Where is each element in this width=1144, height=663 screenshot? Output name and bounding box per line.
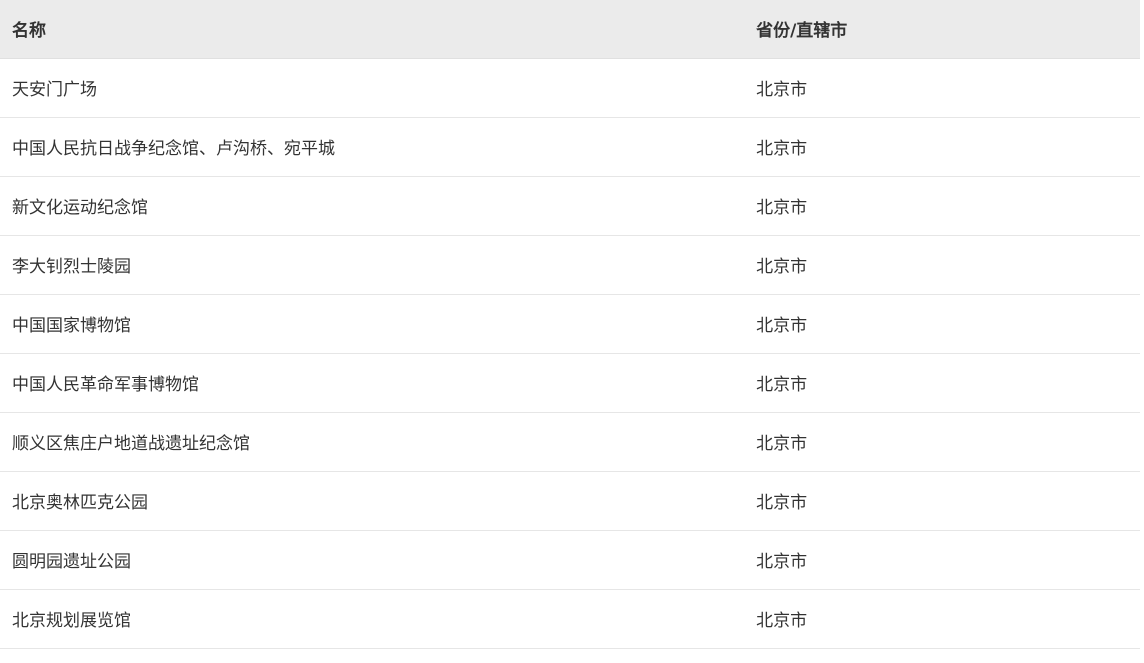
table-row: 新文化运动纪念馆 北京市 — [0, 176, 1140, 236]
cell-name: 圆明园遗址公园 — [0, 530, 745, 590]
header-name: 名称 — [0, 0, 745, 59]
cell-province: 北京市 — [744, 117, 1140, 177]
cell-name: 北京奥林匹克公园 — [0, 471, 745, 531]
table-row: 圆明园遗址公园 北京市 — [0, 530, 1140, 590]
table-row: 顺义区焦庄户地道战遗址纪念馆 北京市 — [0, 412, 1140, 472]
sites-table: 名称 省份/直辖市 天安门广场 北京市 中国人民抗日战争纪念馆、卢沟桥、宛平城 … — [0, 0, 1140, 649]
header-row: 名称 省份/直辖市 — [0, 0, 1140, 59]
cell-province: 北京市 — [744, 294, 1140, 354]
cell-province: 北京市 — [744, 412, 1140, 472]
table-row: 中国人民革命军事博物馆 北京市 — [0, 353, 1140, 413]
cell-name: 北京规划展览馆 — [0, 589, 745, 649]
table-row: 北京规划展览馆 北京市 — [0, 589, 1140, 649]
table-row: 中国人民抗日战争纪念馆、卢沟桥、宛平城 北京市 — [0, 117, 1140, 177]
table-row: 天安门广场 北京市 — [0, 58, 1140, 118]
cell-province: 北京市 — [744, 58, 1140, 118]
cell-province: 北京市 — [744, 589, 1140, 649]
table-row: 北京奥林匹克公园 北京市 — [0, 471, 1140, 531]
header-province: 省份/直辖市 — [744, 0, 1140, 59]
cell-name: 中国人民革命军事博物馆 — [0, 353, 745, 413]
cell-name: 李大钊烈士陵园 — [0, 235, 745, 295]
table-body: 天安门广场 北京市 中国人民抗日战争纪念馆、卢沟桥、宛平城 北京市 新文化运动纪… — [0, 58, 1140, 649]
cell-name: 天安门广场 — [0, 58, 745, 118]
cell-name: 新文化运动纪念馆 — [0, 176, 745, 236]
cell-name: 中国国家博物馆 — [0, 294, 745, 354]
cell-province: 北京市 — [744, 530, 1140, 590]
table-header: 名称 省份/直辖市 — [0, 0, 1140, 59]
cell-name: 顺义区焦庄户地道战遗址纪念馆 — [0, 412, 745, 472]
cell-province: 北京市 — [744, 353, 1140, 413]
cell-name: 中国人民抗日战争纪念馆、卢沟桥、宛平城 — [0, 117, 745, 177]
table-row: 中国国家博物馆 北京市 — [0, 294, 1140, 354]
cell-province: 北京市 — [744, 176, 1140, 236]
cell-province: 北京市 — [744, 471, 1140, 531]
table-row: 李大钊烈士陵园 北京市 — [0, 235, 1140, 295]
cell-province: 北京市 — [744, 235, 1140, 295]
